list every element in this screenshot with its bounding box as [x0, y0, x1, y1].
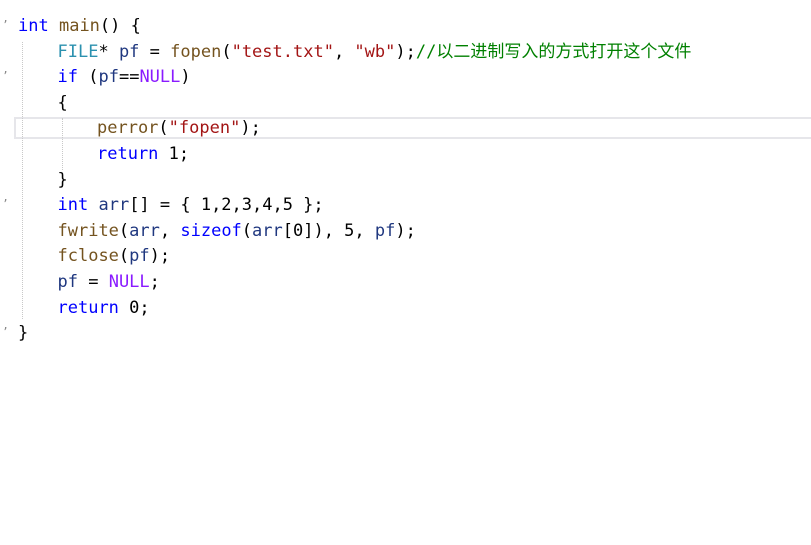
code-token: //以二进制写入的方式打开这个文件 — [415, 41, 692, 62]
fold-marker[interactable]: ’ — [2, 19, 9, 30]
code-token: fclose — [57, 246, 119, 267]
code-token: 1; — [158, 144, 190, 164]
code-token: int — [57, 195, 89, 216]
code-token: () { — [99, 16, 141, 36]
code-token: pf — [98, 67, 119, 88]
code-token: fwrite — [57, 220, 119, 241]
code-token: ); — [149, 246, 171, 267]
code-token: * — [98, 41, 119, 62]
code-token: pf — [57, 272, 78, 292]
code-token: ( — [158, 118, 169, 139]
code-token: , — [333, 41, 355, 62]
code-token: return — [57, 297, 119, 318]
code-token: "test.txt" — [231, 41, 334, 62]
code-token: == — [118, 67, 140, 88]
code-token: sizeof — [180, 220, 242, 241]
code-token: = — [139, 41, 171, 62]
code-token: int — [18, 16, 49, 36]
code-token: ); — [395, 41, 416, 62]
code-token: ( — [221, 41, 232, 62]
code-line[interactable]: fclose(pf); — [58, 246, 171, 266]
code-line[interactable]: } — [18, 323, 28, 343]
code-token: ( — [241, 220, 253, 241]
code-line[interactable]: FILE* pf = fopen("test.txt", "wb");//以二进… — [58, 42, 692, 62]
code-line[interactable]: } — [58, 170, 68, 190]
code-token: } — [18, 323, 29, 344]
code-token: "fopen" — [168, 118, 241, 139]
code-token: pf — [129, 246, 150, 267]
code-token: = — [77, 272, 109, 292]
code-token: pf — [374, 220, 396, 241]
code-token: NULL — [139, 67, 181, 88]
code-token: perror — [97, 118, 159, 139]
code-token: arr — [129, 220, 160, 241]
code-token: if — [57, 67, 78, 88]
code-line[interactable]: int main() { — [18, 16, 141, 36]
code-token: 0; — [118, 297, 150, 318]
code-token: { — [57, 92, 68, 113]
code-token: ( — [118, 220, 130, 241]
code-line[interactable]: { — [58, 93, 68, 113]
code-token: main — [58, 16, 100, 36]
code-line[interactable]: pf = NULL; — [58, 272, 160, 292]
code-token: ) — [180, 67, 191, 88]
code-token: ); — [395, 220, 416, 241]
fold-marker[interactable]: ’ — [2, 70, 9, 81]
code-line[interactable]: return 1; — [97, 144, 189, 164]
code-token: } — [57, 169, 68, 190]
code-token: NULL — [108, 272, 150, 292]
code-token: arr — [98, 195, 130, 216]
code-line[interactable]: fwrite(arr, sizeof(arr[0]), 5, pf); — [58, 221, 416, 241]
code-token: fopen — [170, 41, 222, 62]
fold-marker[interactable]: ’ — [2, 198, 9, 209]
code-token: arr — [252, 220, 283, 241]
code-token: [] = { 1,2,3,4,5 }; — [129, 195, 324, 216]
indent-guide — [22, 41, 23, 320]
code-token: [0]), 5, — [282, 220, 375, 241]
code-token: ; — [149, 272, 160, 292]
code-token: "wb" — [354, 41, 396, 62]
fold-marker[interactable]: ’ — [2, 326, 9, 337]
code-token: , — [159, 220, 181, 241]
code-line[interactable]: int arr[] = { 1,2,3,4,5 }; — [58, 195, 324, 215]
code-token: ( — [118, 246, 130, 267]
code-token: pf — [118, 41, 140, 62]
code-line[interactable]: if (pf==NULL) — [58, 67, 191, 87]
code-token: FILE — [57, 41, 99, 62]
code-token: ( — [77, 67, 99, 88]
code-line[interactable]: return 0; — [58, 298, 150, 318]
code-line[interactable]: perror("fopen"); — [97, 118, 261, 138]
indent-guide — [61, 118, 63, 170]
code-token: ); — [240, 118, 261, 139]
code-token: return — [97, 144, 159, 164]
